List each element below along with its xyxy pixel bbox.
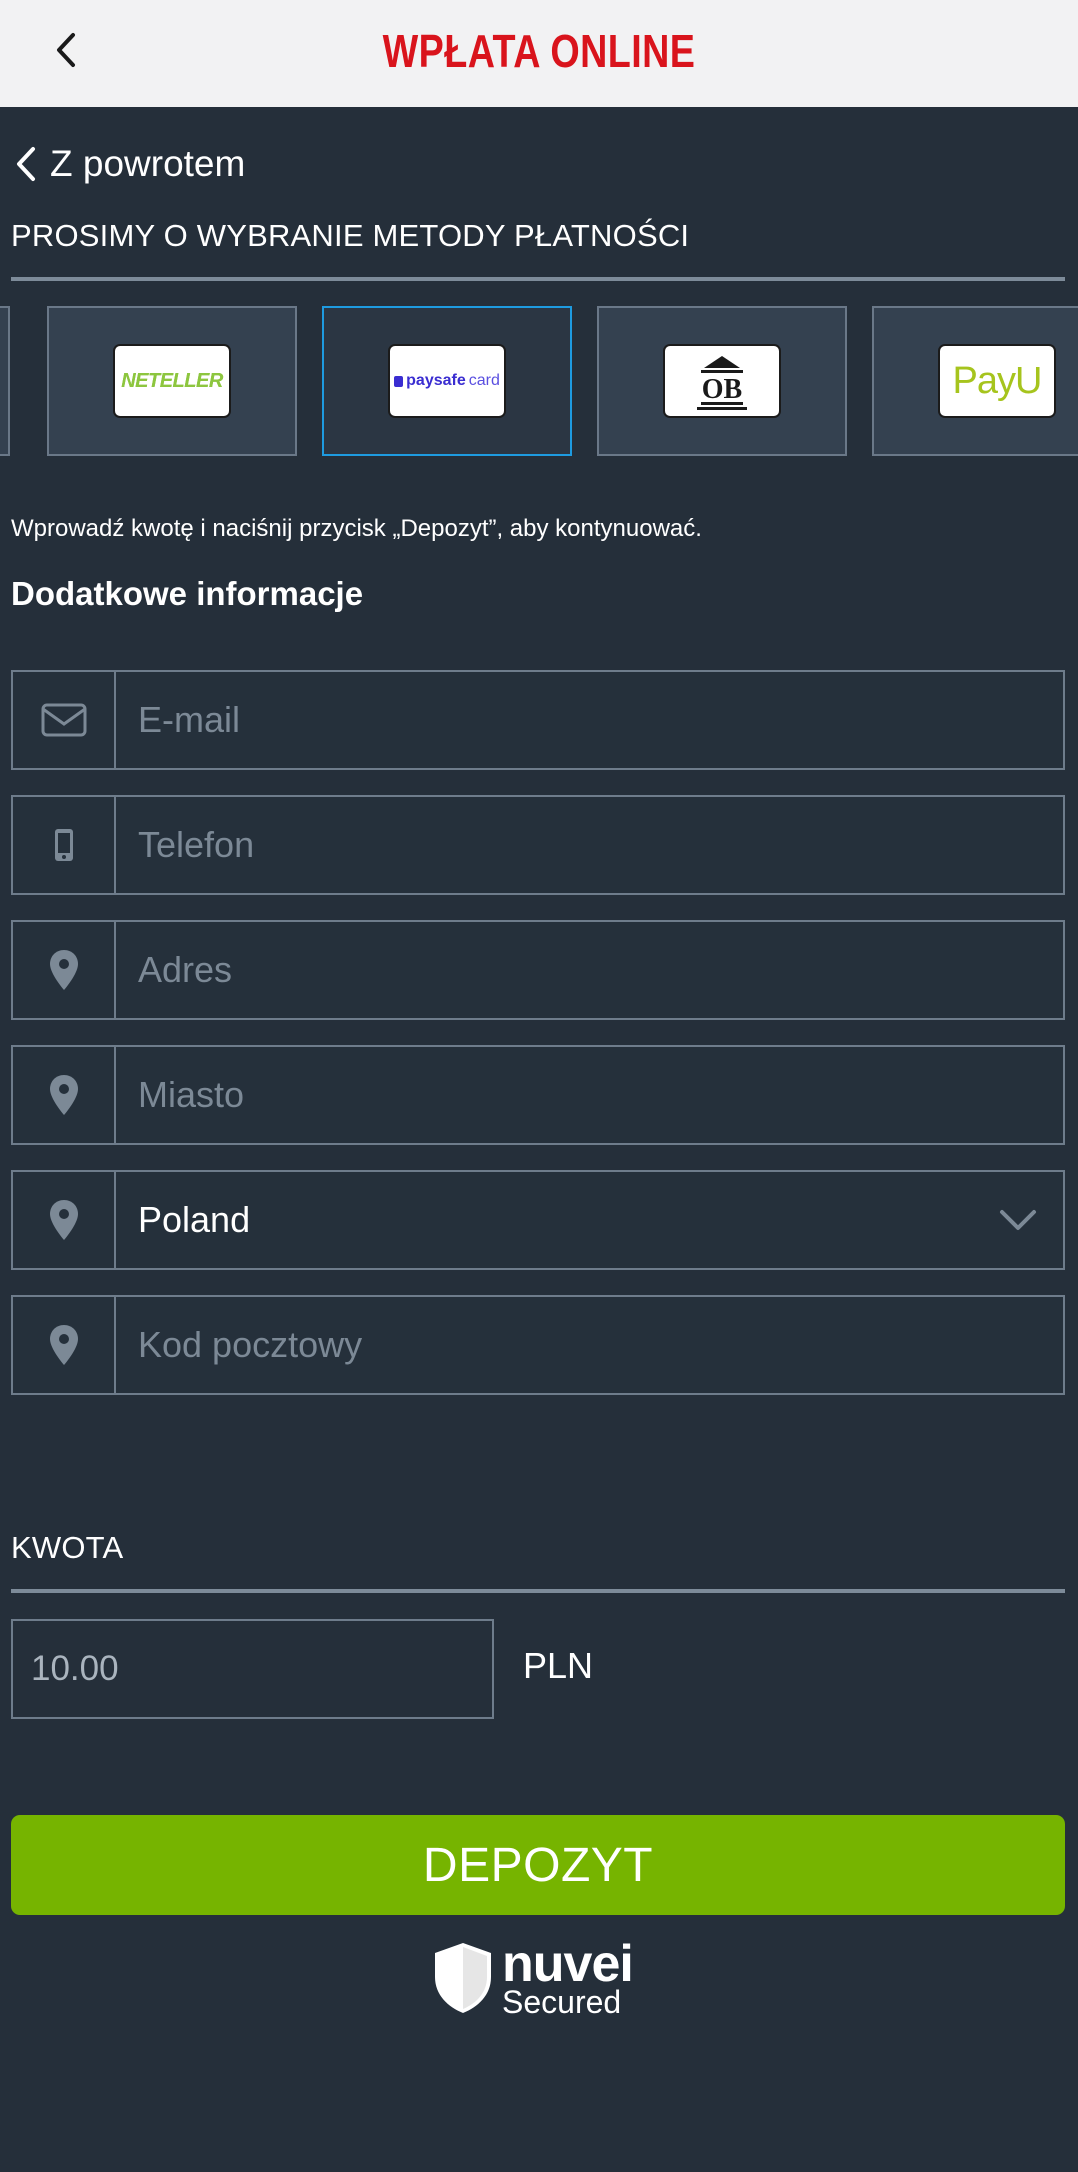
payment-method-paysafecard[interactable]: paysafe card [322, 306, 572, 456]
postal-code-input[interactable]: Kod pocztowy [116, 1297, 1063, 1393]
payment-method-partial[interactable] [0, 306, 10, 456]
payment-method-neteller[interactable]: NETELLER [47, 306, 297, 456]
currency-label: PLN [523, 1645, 594, 1686]
city-input[interactable]: Miasto [116, 1047, 1063, 1143]
secured-label: Secured [502, 1984, 622, 2020]
chevron-left-icon [57, 33, 75, 67]
chevron-down-icon [1000, 1210, 1036, 1230]
envelope-icon [41, 703, 86, 737]
city-field[interactable]: Miasto [11, 1045, 1065, 1145]
email-input[interactable]: E-mail [116, 672, 1063, 768]
paysafecard-logo: paysafe card [388, 344, 506, 418]
neteller-logo: NETELLER [113, 344, 231, 418]
deposit-button[interactable]: DEPOZYT [11, 1815, 1065, 1915]
lock-icon [394, 375, 404, 387]
amount-heading: KWOTA [11, 1530, 124, 1565]
payment-method-payu[interactable]: PayU [872, 306, 1078, 456]
country-select[interactable]: Poland [11, 1170, 1065, 1270]
section-divider [11, 277, 1065, 281]
go-back-label: Z powrotem [50, 143, 246, 184]
email-field[interactable]: E-mail [11, 670, 1065, 770]
instruction-text: Wprowadź kwotę i naciśnij przycisk „Depo… [11, 515, 702, 542]
payment-method-carousel[interactable]: NETELLER paysafe card OB PayU [0, 306, 1078, 456]
section-divider [11, 1589, 1065, 1593]
bank-icon: OB [697, 356, 747, 410]
top-app-bar: WPŁATA ONLINE [0, 0, 1078, 107]
chevron-left-icon [17, 147, 35, 181]
payment-method-online-banking[interactable]: OB [597, 306, 847, 456]
location-pin-icon [49, 1075, 78, 1115]
location-pin-icon [49, 950, 78, 990]
nuvei-brand: nuvei [502, 1935, 634, 1993]
payu-logo: PayU [938, 344, 1056, 418]
phone-input[interactable]: Telefon [116, 797, 1063, 893]
payment-method-heading: PROSIMY O WYBRANIE METODY PŁATNOŚCI [11, 218, 690, 253]
shield-icon [435, 1943, 491, 2013]
country-value[interactable]: Poland [116, 1172, 973, 1268]
phone-field[interactable]: Telefon [11, 795, 1065, 895]
address-field[interactable]: Adres [11, 920, 1065, 1020]
mobile-phone-icon [54, 829, 73, 861]
online-banking-logo: OB [663, 344, 781, 418]
location-pin-icon [49, 1325, 78, 1365]
amount-input[interactable]: 10.00 [11, 1619, 494, 1719]
back-button[interactable] [44, 22, 88, 78]
address-input[interactable]: Adres [116, 922, 1063, 1018]
page-title: WPŁATA ONLINE [382, 25, 696, 77]
nuvei-secured-badge: nuvei Secured [432, 1935, 634, 2020]
go-back-link[interactable]: Z powrotem [14, 140, 245, 188]
postal-code-field[interactable]: Kod pocztowy [11, 1295, 1065, 1395]
additional-info-heading: Dodatkowe informacje [11, 575, 364, 612]
location-pin-icon [49, 1200, 78, 1240]
svg-text:OB: OB [702, 374, 742, 405]
